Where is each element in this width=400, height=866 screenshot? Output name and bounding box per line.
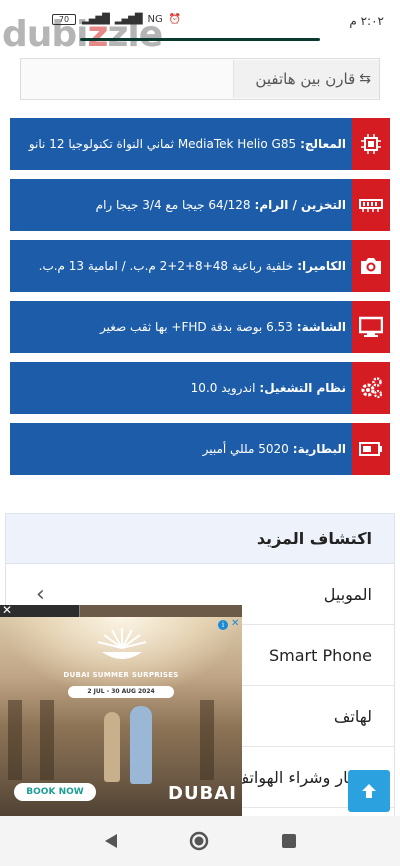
spec-label: الشاشة: [296, 320, 346, 334]
ad-brand-logo: DUBAI [168, 783, 237, 804]
network-label: NG [147, 14, 163, 25]
spec-row-camera: الكاميرا: خلفية رباعية 48+8+2+2 م.ب. / ام… [10, 240, 390, 292]
status-time: ٢:٠٢ م [349, 14, 384, 28]
spec-label: نظام التشغيل: [259, 381, 346, 395]
dubai-sun-logo-icon [97, 628, 147, 659]
chevron-left-icon: ‹ [36, 582, 45, 607]
recent-apps-icon[interactable] [282, 834, 296, 848]
spec-row-display: الشاشة: 6.53 بوصة بدقة FHD+ بها ثقب صغير [10, 301, 390, 353]
scroll-to-top-button[interactable] [348, 770, 390, 812]
gears-icon [352, 362, 390, 414]
spec-value: 64/128 جيجا مع 3/4 جيجا رام [95, 198, 251, 212]
spec-value: 6.53 بوصة بدقة FHD+ بها ثقب صغير [100, 320, 293, 334]
camera-icon [352, 240, 390, 292]
signal-icon: ▂▄▆█ [82, 14, 110, 25]
ad-dates: 2 JUL - 30 AUG 2024 [68, 686, 174, 698]
explore-item-label: Smart Phone [268, 645, 372, 665]
explore-item-label: لهاتف [333, 706, 372, 726]
spec-label: التخزين / الرام: [254, 198, 346, 212]
signal-icon-2: ▂▄▆█ [114, 14, 143, 25]
ad-pillar [200, 700, 214, 780]
memory-icon [352, 179, 390, 231]
explore-title: اكتشاف المزيد [256, 529, 372, 548]
explore-item-label: الموبيل [323, 584, 372, 604]
back-icon[interactable] [103, 833, 119, 849]
explore-header: اكتشاف المزيد [6, 514, 394, 564]
spec-value: اندرويد 10.0 [190, 381, 256, 395]
battery-icon [352, 423, 390, 475]
top-progress-strip [80, 38, 320, 41]
monitor-icon [352, 301, 390, 353]
status-icons: 70 ▂▄▆█ ▂▄▆█ NG ⏰ [52, 14, 181, 25]
ad-pillar [40, 700, 54, 780]
ad-info-icon[interactable]: i [218, 620, 228, 630]
ad-pillar [8, 700, 22, 780]
spec-row-storage: التخزين / الرام: 64/128 جيجا مع 3/4 جيجا … [10, 179, 390, 231]
ad-close-icon[interactable]: ✕ [2, 605, 12, 617]
ad-tagline: DUBAI SUMMER SURPRISES [63, 671, 179, 679]
ad-choices-close-icon[interactable]: ✕ [231, 618, 239, 629]
battery-status-icon: 70 [52, 14, 76, 25]
screen: dubizzle 70 ▂▄▆█ ▂▄▆█ NG ⏰ ٢:٠٢ م قارن ب… [0, 0, 400, 866]
compare-phones-box[interactable]: قارن بين هاتفين ⇆ [20, 58, 380, 100]
spec-row-battery: البطارية: 5020 مللي أمبير [10, 423, 390, 475]
spec-value: MediaTek Helio G85 ثماني النواة تكنولوجي… [28, 137, 297, 151]
ad-person-woman [104, 712, 120, 782]
ad-person-man [130, 706, 152, 784]
alarm-icon: ⏰ [168, 14, 182, 25]
spec-value: 5020 مللي أمبير [202, 442, 289, 456]
spec-label: المعالج: [300, 137, 346, 151]
spec-row-os: نظام التشغيل: اندرويد 10.0 [10, 362, 390, 414]
spec-row-processor: المعالج: MediaTek Helio G85 ثماني النواة … [10, 118, 390, 170]
home-icon[interactable] [189, 831, 209, 851]
compare-phones-button[interactable]: قارن بين هاتفين ⇆ [233, 60, 379, 98]
cpu-icon [352, 118, 390, 170]
system-nav-bar [0, 816, 400, 866]
arrow-up-icon [362, 784, 376, 798]
compare-icon: ⇆ [359, 71, 371, 87]
compare-phones-label: قارن بين هاتفين [255, 70, 356, 88]
ad-book-now-button[interactable]: BOOK NOW [14, 783, 96, 801]
spec-value: خلفية رباعية 48+8+2+2 م.ب. / امامية 13 م… [38, 259, 294, 273]
spec-label: الكاميرا: [297, 259, 346, 273]
ad-close-bar[interactable]: ✕ [0, 605, 80, 617]
spec-label: البطارية: [292, 442, 346, 456]
